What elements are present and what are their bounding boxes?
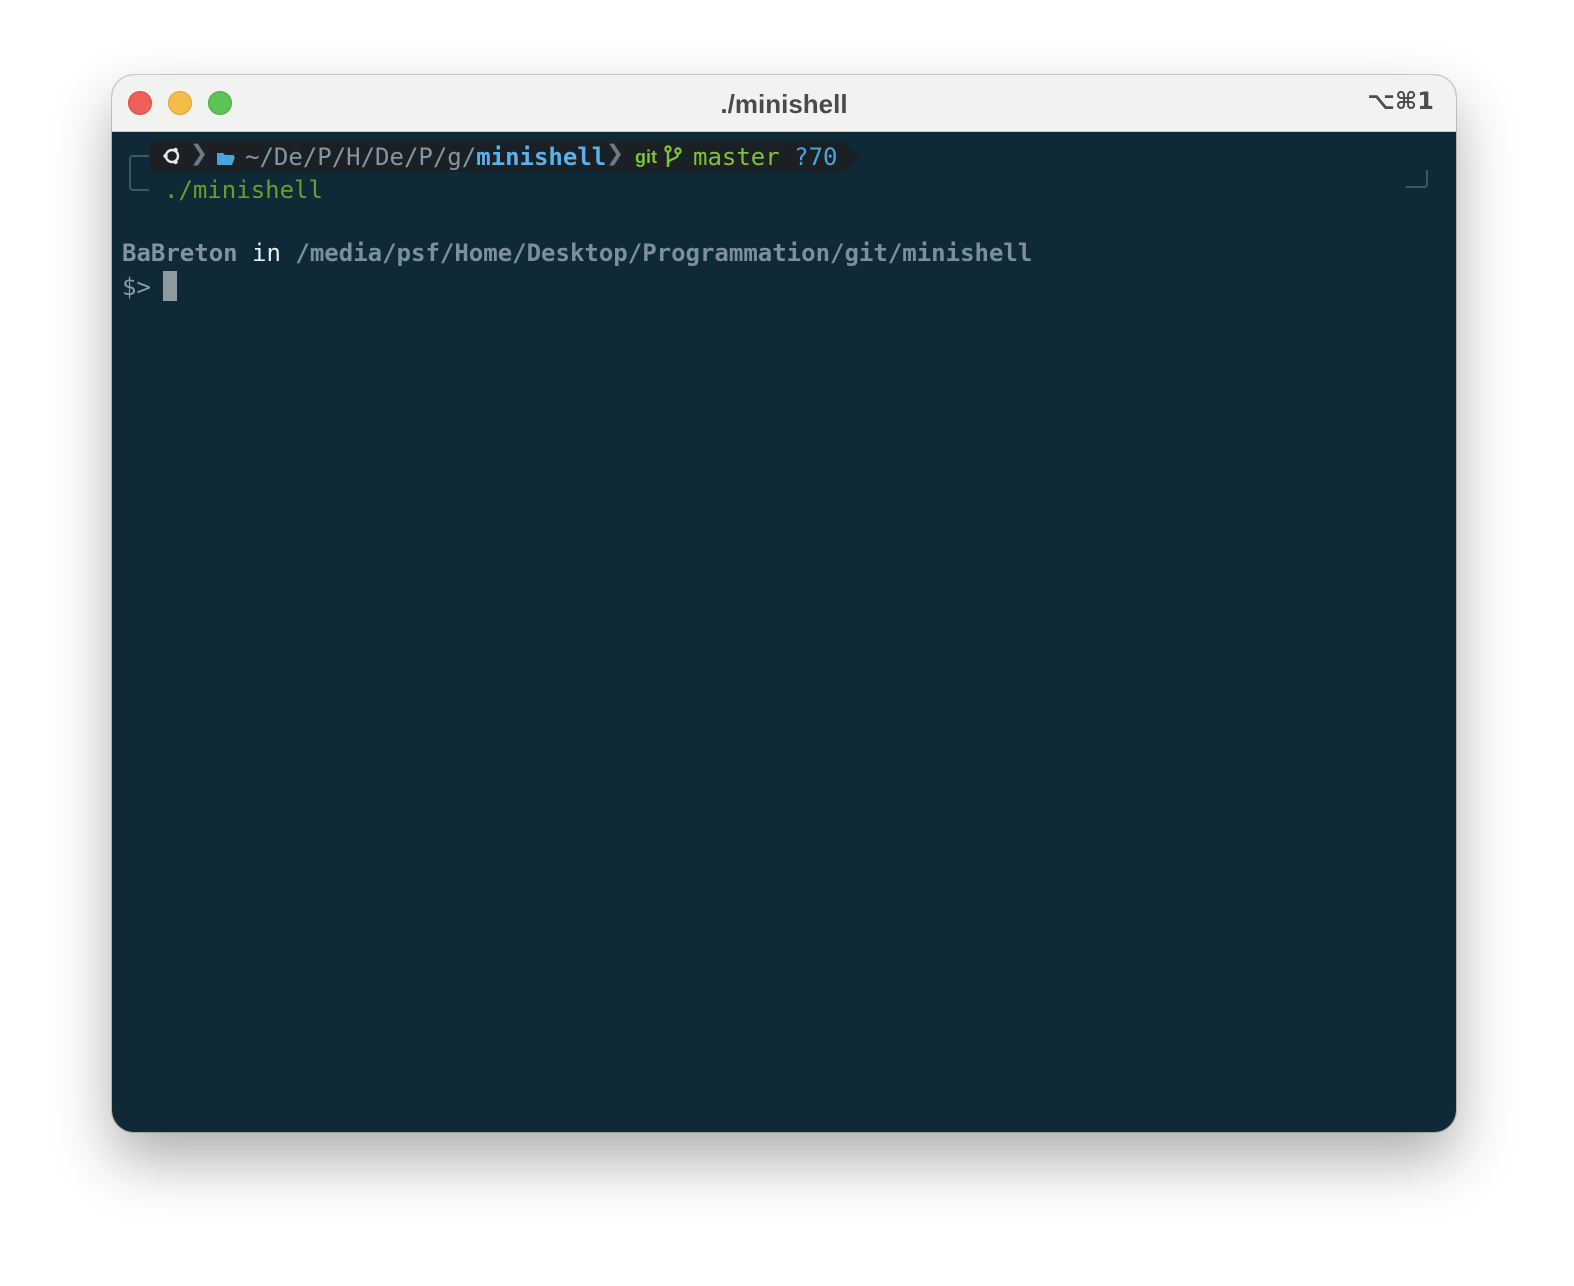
- cwd-path: ~/De/P/H/De/P/g/minishell: [245, 141, 606, 173]
- text-cursor: [162, 271, 177, 301]
- powerline-separator-icon: ❯: [190, 136, 209, 171]
- git-label: git: [635, 147, 657, 167]
- ubuntu-icon: [162, 141, 182, 173]
- terminal-content[interactable]: ❯ ~/De/P/H/De/P/g/minishell ❯ git master…: [112, 132, 1456, 1132]
- git-branch: master: [693, 143, 780, 171]
- in-word: in: [252, 239, 281, 267]
- executed-command: ./minishell: [164, 176, 323, 204]
- prompt-line[interactable]: $>: [122, 271, 177, 301]
- terminal-window: ./minishell ⌥⌘1 ❯ ~/De/P/H/De/P/g/minish…: [112, 75, 1456, 1132]
- folder-icon: [216, 141, 236, 173]
- username: BaBreton: [122, 239, 238, 267]
- powerline-separator-icon: ❯: [606, 136, 625, 171]
- shell-prompt: $>: [122, 273, 151, 301]
- minishell-info-line: BaBreton in /media/psf/Home/Desktop/Prog…: [122, 239, 1032, 267]
- git-status: master ?70: [693, 141, 838, 173]
- window-shortcut: ⌥⌘1: [1367, 87, 1434, 115]
- cwd-path-current: minishell: [476, 143, 607, 171]
- git-branch-icon: [663, 141, 683, 173]
- prompt-frame-right: [1406, 170, 1428, 188]
- prompt-frame-left: [129, 155, 149, 191]
- current-directory: /media/psf/Home/Desktop/Programmation/gi…: [295, 239, 1033, 267]
- cwd-path-prefix: ~/De/P/H/De/P/g/: [245, 143, 477, 171]
- git-untracked-count: ?70: [794, 143, 838, 171]
- window-title: ./minishell: [720, 89, 848, 119]
- title-bar: ./minishell ⌥⌘1: [112, 75, 1456, 132]
